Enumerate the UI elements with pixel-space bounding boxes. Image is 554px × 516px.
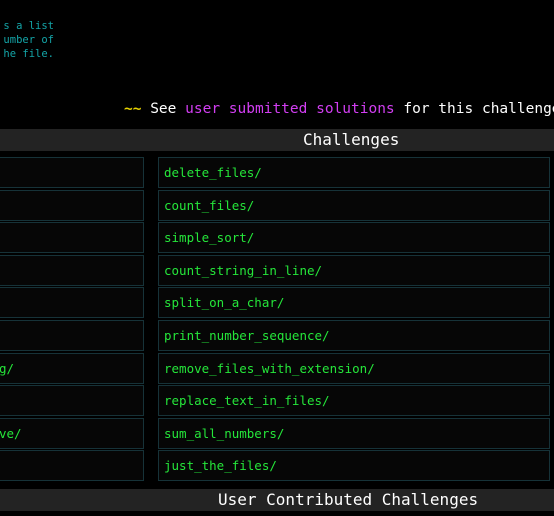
challenge-link-print-number-sequence[interactable]: print_number_sequence/	[158, 319, 550, 351]
solutions-prefix: See	[150, 101, 177, 117]
user-solutions-link[interactable]: user submitted solutions	[185, 101, 395, 117]
challenge-link-just-the-files[interactable]: just_the_files/	[158, 450, 550, 482]
challenges-title: Challenges	[303, 130, 400, 149]
challenge-list-right: delete_files/ count_files/ simple_sort/ …	[158, 157, 550, 483]
squiggle-icon: ~~	[124, 101, 142, 117]
challenge-link-delete-files[interactable]: delete_files/	[158, 157, 550, 188]
solutions-notice: ~~ See user submitted solutions for this…	[124, 101, 554, 117]
challenge-link-remove-files-with-extension[interactable]: remove_files_with_extension/	[158, 352, 550, 384]
challenge-link[interactable]	[0, 189, 144, 221]
user-contributed-title: User Contributed Challenges	[218, 490, 479, 509]
challenge-link[interactable]: g/	[0, 352, 144, 384]
challenge-link[interactable]	[0, 319, 144, 351]
challenge-link[interactable]	[0, 157, 144, 188]
solutions-suffix: for this challenge	[403, 101, 554, 117]
challenge-link[interactable]	[0, 254, 144, 286]
challenge-link[interactable]	[0, 287, 144, 319]
challenge-list-left: g/ ve/	[0, 157, 144, 483]
challenge-link[interactable]	[0, 450, 144, 482]
challenges-header: Challenges	[0, 129, 554, 151]
challenge-link[interactable]: ve/	[0, 417, 144, 449]
challenge-link-count-files[interactable]: count_files/	[158, 189, 550, 221]
challenge-link-split-on-a-char[interactable]: split_on_a_char/	[158, 287, 550, 319]
user-contributed-header: User Contributed Challenges	[0, 489, 554, 511]
challenge-link-simple-sort[interactable]: simple_sort/	[158, 222, 550, 254]
challenge-link[interactable]	[0, 222, 144, 254]
challenge-link-count-string-in-line[interactable]: count_string_in_line/	[158, 254, 550, 286]
challenge-link[interactable]	[0, 385, 144, 417]
challenge-link-sum-all-numbers[interactable]: sum_all_numbers/	[158, 417, 550, 449]
description-line: s a list	[3, 20, 54, 32]
challenge-link-replace-text-in-files[interactable]: replace_text_in_files/	[158, 385, 550, 417]
challenge-description: s a list umber of he file.	[0, 19, 54, 61]
description-line: he file.	[3, 48, 54, 60]
description-line: umber of	[3, 34, 54, 46]
